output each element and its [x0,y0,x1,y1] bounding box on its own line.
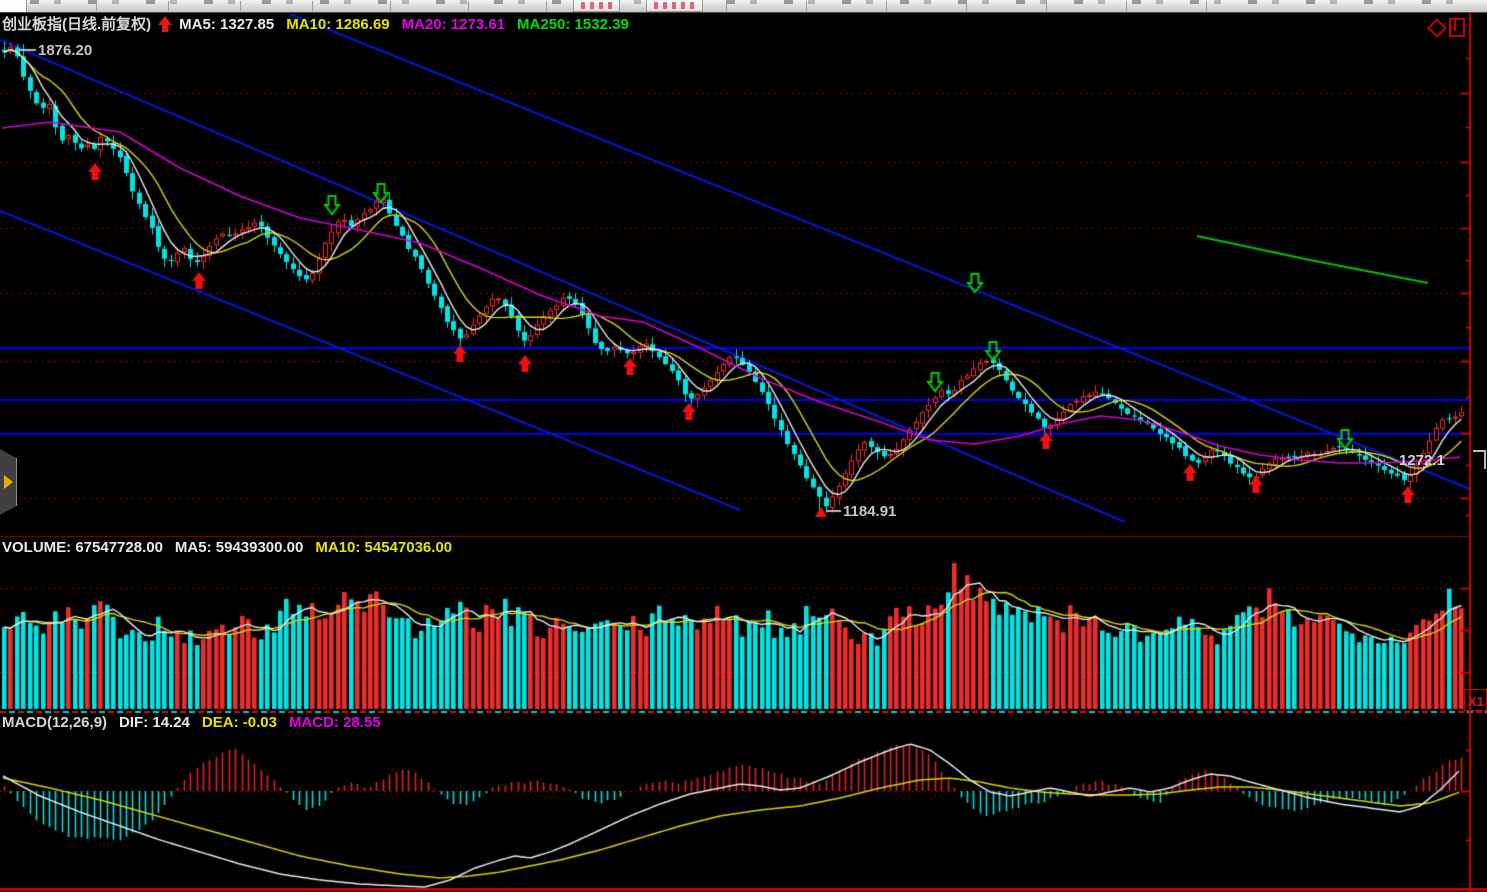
ma5-value: MA5: 1327.85 [179,16,274,33]
macd-value: MACD: 28.55 [289,714,381,731]
toolbar-separator [1206,1,1207,11]
ma20-value: MA20: 1273.61 [402,16,505,33]
toolbar-button-2[interactable] [646,0,703,12]
toolbar-clipped-text [30,0,1477,4]
top-menu-strip [0,0,1487,13]
macd-header: MACD(12,26,9) DIF: 14.24 DEA: -0.03 MACD: 2… [2,715,381,730]
toolbar-button-1[interactable] [573,0,620,12]
toolbar-left-box[interactable] [0,0,27,12]
expand-arrow-icon [4,475,13,489]
toolbar-separator [312,1,313,11]
volume-header: VOLUME: 67547728.00 MA5: 59439300.00 MA10:… [2,540,452,555]
trading-terminal-window: 创业板指(日线.前复权) MA5: 1327.85 MA10: 1286.69 MA2… [0,0,1487,892]
panel-expand-tab[interactable] [0,449,17,515]
main-chart-header: 创业板指(日线.前复权) MA5: 1327.85 MA10: 1286.69 MA2… [2,16,629,32]
dif-value: DIF: 14.24 [119,714,190,731]
toolbar-separator [726,1,727,11]
toolbar-separator [96,1,97,11]
split-window-divider [1454,20,1456,31]
volume-value: VOLUME: 67547728.00 [2,539,163,556]
toolbar-separator [1046,1,1047,11]
red-up-arrow-icon [158,16,172,32]
low-price-label: 1184.91 [843,503,896,520]
toolbar-button-1-clipped-label [581,2,612,9]
axis-x1-badge[interactable]: X1 [1464,689,1487,711]
toolbar-separator [468,1,469,11]
last-price-leader [1473,450,1486,469]
ma10-value: MA10: 1286.69 [286,16,389,33]
toolbar-separator [966,1,967,11]
toolbar-separator [886,1,887,11]
toolbar-separator [806,1,807,11]
toolbar-separator [546,1,547,11]
toolbar-button-2-clipped-label [654,2,695,9]
toolbar-separator [240,1,241,11]
toolbar-separator [1126,1,1127,11]
macd-name[interactable]: MACD(12,26,9) [2,714,107,731]
toolbar-separator [390,1,391,11]
high-price-label: 1876.20 [38,42,92,59]
last-price-label: 1272.1 [1399,452,1445,469]
split-window-icon[interactable] [1449,18,1465,37]
dea-value: DEA: -0.03 [202,714,277,731]
chart-canvas[interactable] [0,0,1487,892]
instrument-title[interactable]: 创业板指(日线.前复权) [2,16,151,33]
volume-ma10-value: MA10: 54547036.00 [315,539,452,556]
volume-ma5-value: MA5: 59439300.00 [175,539,303,556]
toolbar-separator [168,1,169,11]
ma250-value: MA250: 1532.39 [517,16,629,33]
